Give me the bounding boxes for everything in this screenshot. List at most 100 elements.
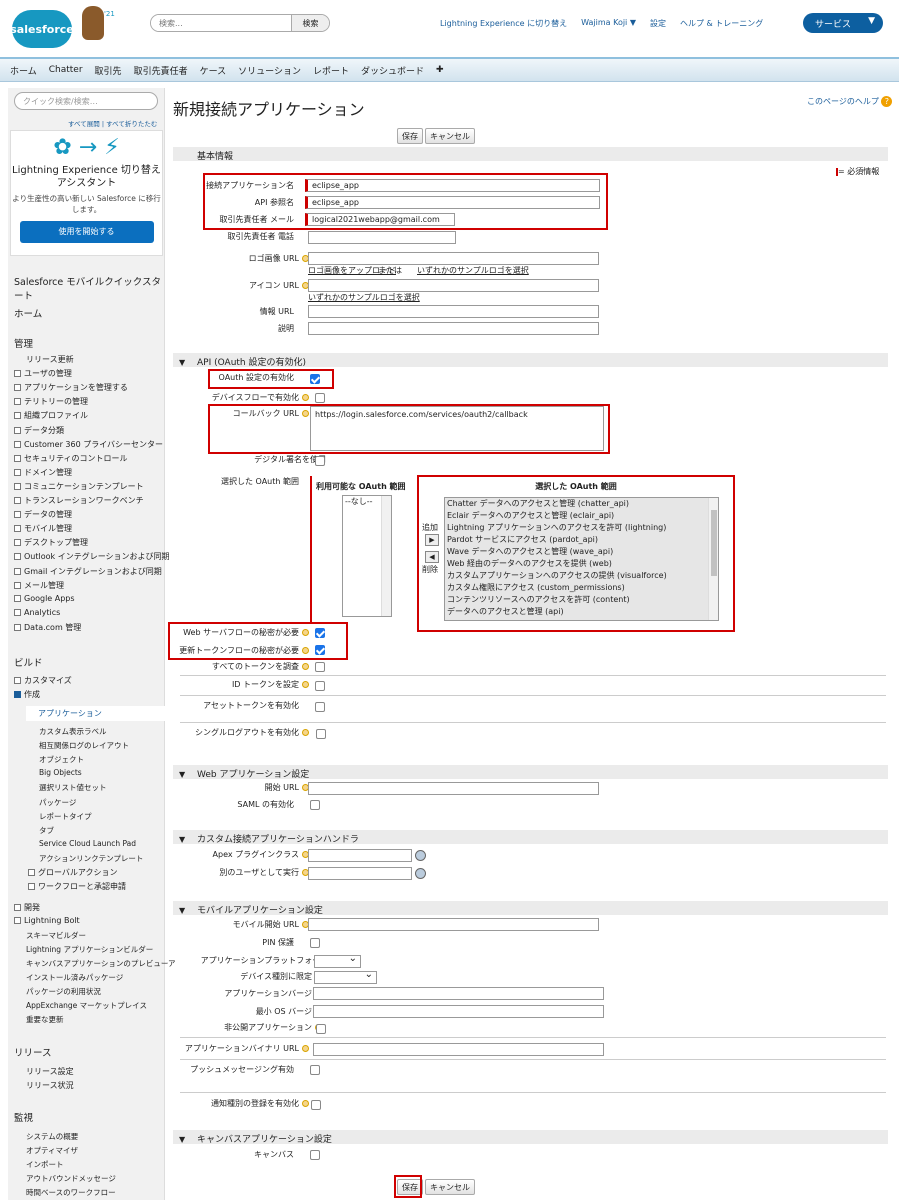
info-icon[interactable]	[302, 1100, 309, 1107]
device-limit-select[interactable]	[314, 969, 377, 984]
sidebar-item[interactable]: Lightning アプリケーションビルダー	[26, 944, 153, 955]
user-menu[interactable]: Wajima Koji ▼	[581, 18, 636, 29]
sidebar-item[interactable]: レポートタイプ	[39, 811, 92, 822]
description-field[interactable]	[308, 322, 599, 335]
remove-arrow-icon[interactable]: ◀	[425, 551, 439, 563]
tab-cases[interactable]: ケース	[200, 64, 227, 77]
page-help-link[interactable]: このページのヘルプ ?	[807, 96, 893, 107]
sidebar-item[interactable]: AppExchange マーケットプレイス	[26, 1000, 147, 1011]
tab-contacts[interactable]: 取引先責任者	[134, 64, 188, 77]
info-icon[interactable]	[302, 729, 309, 736]
salesforce-logo[interactable]: salesforce	[10, 10, 74, 48]
cancel-button[interactable]: キャンセル	[425, 1179, 475, 1195]
collapse-triangle-icon[interactable]: ▼	[179, 835, 197, 844]
tab-solutions[interactable]: ソリューション	[238, 64, 301, 77]
collapse-triangle-icon[interactable]: ▼	[179, 1135, 197, 1144]
quick-find-input[interactable]: クイック検索/検索…	[14, 92, 158, 110]
single-logout-checkbox[interactable]	[316, 729, 326, 739]
info-icon[interactable]	[302, 394, 309, 401]
get-started-button[interactable]: 使用を開始する	[19, 221, 154, 243]
sidebar-item[interactable]: システムの概要	[26, 1131, 78, 1142]
list-item[interactable]: カスタムアプリケーションへのアクセスの提供 (visualforce)	[445, 570, 718, 582]
info-icon[interactable]	[302, 663, 309, 670]
start-url-field[interactable]	[308, 782, 599, 795]
list-item[interactable]: Web 経由のデータへのアクセスを提供 (web)	[445, 558, 718, 570]
app-menu-button[interactable]: サービス ▼	[803, 13, 883, 33]
sidebar-item[interactable]: 相互関係ログのレイアウト	[39, 740, 129, 751]
list-item[interactable]: Lightning アプリケーションへのアクセスを許可 (lightning)	[445, 522, 718, 534]
sidebar-item[interactable]: アクションリンクテンプレート	[39, 853, 143, 864]
tab-reports[interactable]: レポート	[313, 64, 349, 77]
sidebar-item[interactable]: コミュニケーションテンプレート	[14, 481, 144, 492]
sidebar-item[interactable]: インストール済みパッケージ	[26, 972, 123, 983]
lookup-icon[interactable]	[415, 850, 426, 861]
sidebar-item-release-status[interactable]: リリース状況	[26, 1080, 74, 1091]
global-search-input[interactable]	[151, 15, 291, 31]
selected-scopes-list[interactable]: Chatter データへのアクセスと管理 (chatter_api) Eclair…	[444, 497, 719, 621]
sidebar-item[interactable]: オプティマイザ	[26, 1145, 78, 1156]
platform-select[interactable]	[314, 953, 361, 968]
sidebar-item-release-settings[interactable]: リリース設定	[26, 1066, 74, 1077]
sidebar-item[interactable]: Google Apps	[14, 594, 75, 603]
sidebar-item[interactable]: ドメイン管理	[14, 467, 72, 478]
private-app-checkbox[interactable]	[316, 1024, 326, 1034]
run-as-field[interactable]	[308, 867, 412, 880]
sidebar-item[interactable]: Data.com 管理	[14, 622, 81, 633]
logo-url-field[interactable]	[308, 252, 599, 265]
sidebar-item[interactable]: Analytics	[14, 608, 60, 617]
help-training-link[interactable]: ヘルプ & トレーニング	[680, 18, 763, 29]
canvas-checkbox[interactable]	[310, 1150, 320, 1160]
expand-collapse-links[interactable]: すべて展開 | すべて折りたたむ	[68, 118, 157, 128]
sidebar-item[interactable]: セキュリティのコントロール	[14, 453, 128, 464]
sidebar-item[interactable]: パッケージ	[39, 797, 76, 808]
sidebar-item[interactable]: カスタム表示ラベル	[39, 726, 107, 737]
sidebar-item-apps[interactable]: アプリケーション	[26, 706, 165, 721]
add-arrow-icon[interactable]: ▶	[425, 534, 439, 546]
list-item[interactable]: Pardot サービスにアクセス (pardot_api)	[445, 534, 718, 546]
sidebar-item-create[interactable]: 作成	[14, 689, 40, 700]
collapse-triangle-icon[interactable]: ▼	[179, 358, 197, 367]
sidebar-item[interactable]: スキーマビルダー	[26, 930, 86, 941]
sample-logo-link[interactable]: いずれかのサンプルロゴを選択	[417, 265, 529, 276]
sidebar-item-customize[interactable]: カスタマイズ	[14, 675, 72, 686]
tab-dashboards[interactable]: ダッシュボード	[361, 64, 424, 77]
sidebar-item[interactable]: 選択リスト値セット	[39, 782, 107, 793]
tab-home[interactable]: ホーム	[10, 64, 37, 77]
sidebar-item[interactable]: オブジェクト	[39, 754, 84, 765]
switch-lightning-link[interactable]: Lightning Experience に切り替え	[440, 18, 567, 29]
sidebar-item[interactable]: 重要な更新	[26, 1014, 64, 1025]
lookup-icon[interactable]	[415, 868, 426, 879]
sidebar-item[interactable]: データ分類	[14, 425, 64, 436]
min-os-field[interactable]	[313, 1005, 604, 1018]
sidebar-home-link[interactable]: ホーム	[14, 306, 42, 320]
introspect-checkbox[interactable]	[315, 662, 325, 672]
list-item[interactable]: Wave データへのアクセスと管理 (wave_api)	[445, 546, 718, 558]
sidebar-item[interactable]: インポート	[26, 1159, 64, 1170]
mobile-quickstart-link[interactable]: Salesforce モバイルクイックスタート	[14, 274, 164, 302]
sidebar-item[interactable]: データの管理	[14, 509, 72, 520]
sidebar-item[interactable]: Service Cloud Launch Pad	[39, 839, 136, 848]
sidebar-item[interactable]: Outlook インテグレーションおよび同期	[14, 551, 170, 562]
scrollbar[interactable]	[381, 496, 391, 616]
sidebar-item[interactable]: パッケージの利用状況	[26, 986, 101, 997]
tab-chatter[interactable]: Chatter	[49, 65, 83, 75]
sidebar-item[interactable]: アウトバウンドメッセージ	[26, 1173, 116, 1184]
icon-url-field[interactable]	[308, 279, 599, 292]
sidebar-item[interactable]: Big Objects	[39, 768, 82, 777]
scrollbar-thumb[interactable]	[711, 510, 717, 576]
scrollbar[interactable]	[708, 498, 718, 620]
contact-phone-field[interactable]	[308, 231, 456, 244]
sidebar-item[interactable]: メール管理	[14, 580, 64, 591]
saml-checkbox[interactable]	[310, 800, 320, 810]
sidebar-item[interactable]: グローバルアクション	[28, 867, 118, 878]
apex-plugin-field[interactable]	[308, 849, 412, 862]
sidebar-item[interactable]: キャンバスアプリケーションのプレビューア	[26, 958, 176, 969]
sidebar-item[interactable]: トランスレーションワークベンチ	[14, 495, 144, 506]
sidebar-item[interactable]: Gmail インテグレーションおよび同期	[14, 566, 162, 577]
list-item[interactable]: Eclair データへのアクセスと管理 (eclair_api)	[445, 510, 718, 522]
sidebar-item[interactable]: タブ	[39, 825, 54, 836]
collapse-triangle-icon[interactable]: ▼	[179, 906, 197, 915]
list-item[interactable]: Chatter データへのアクセスと管理 (chatter_api)	[445, 498, 718, 510]
info-url-field[interactable]	[308, 305, 599, 318]
list-item[interactable]: コンテンツリソースへのアクセスを許可 (content)	[445, 594, 718, 606]
